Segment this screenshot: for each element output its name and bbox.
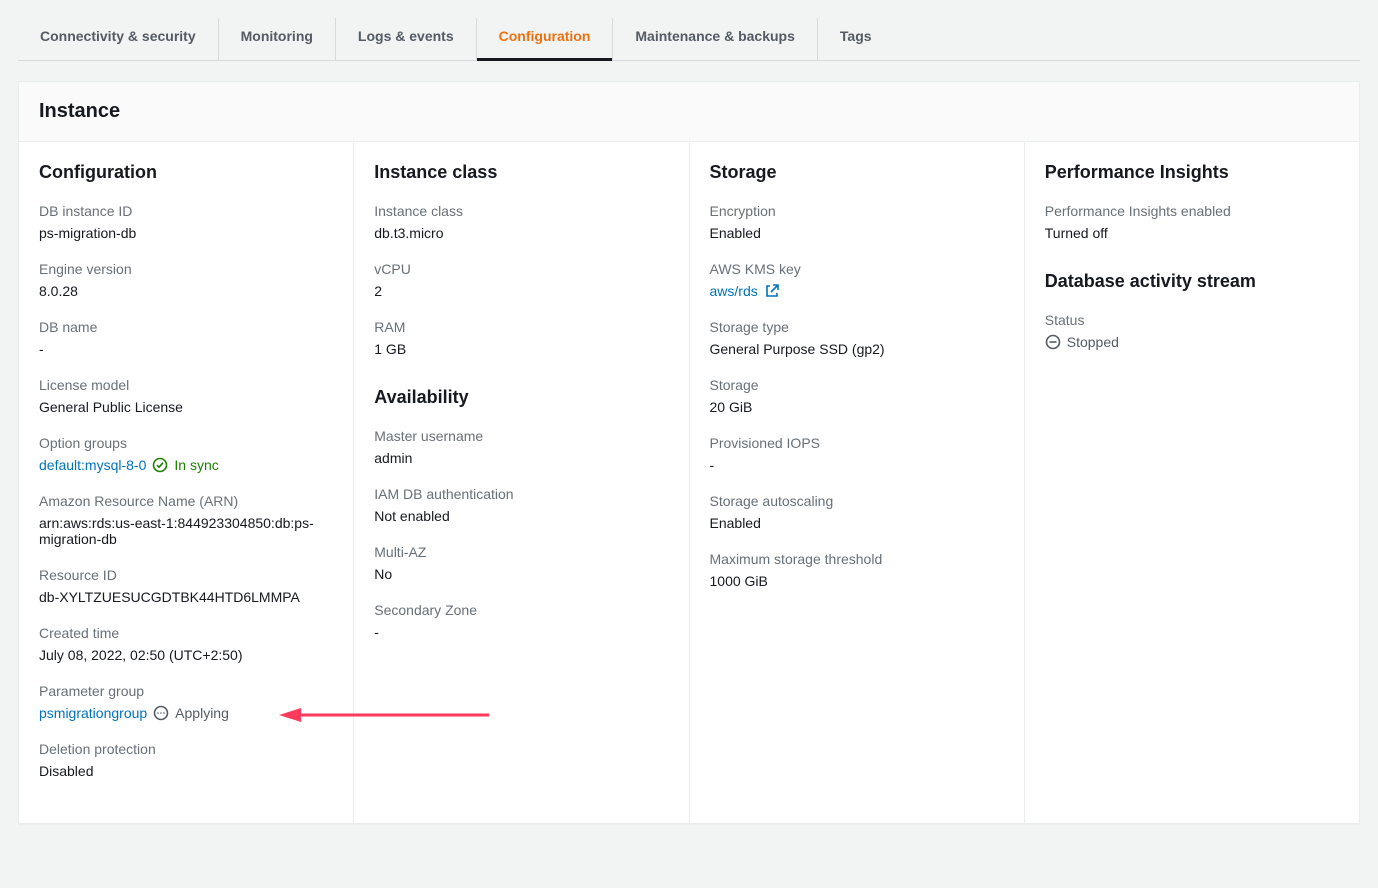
value-provisioned-iops: - — [710, 457, 1004, 473]
check-circle-icon — [152, 457, 168, 473]
label-storage-autoscaling: Storage autoscaling — [710, 493, 1004, 509]
status-option-group: In sync — [174, 457, 218, 473]
pending-icon — [153, 705, 169, 721]
value-storage-type: General Purpose SSD (gp2) — [710, 341, 1004, 357]
value-encryption: Enabled — [710, 225, 1004, 241]
tab-logs-events[interactable]: Logs & events — [335, 18, 476, 60]
value-iam-db-auth: Not enabled — [374, 508, 668, 524]
status-parameter-group: Applying — [175, 705, 229, 721]
tabs-bar: Connectivity & security Monitoring Logs … — [18, 18, 1360, 61]
label-encryption: Encryption — [710, 203, 1004, 219]
instance-panel: Instance Configuration DB instance ID ps… — [18, 81, 1360, 824]
value-multi-az: No — [374, 566, 668, 582]
value-secondary-zone: - — [374, 624, 668, 640]
label-parameter-group: Parameter group — [39, 683, 333, 699]
tab-connectivity-security[interactable]: Connectivity & security — [18, 18, 218, 60]
label-provisioned-iops: Provisioned IOPS — [710, 435, 1004, 451]
value-db-name: - — [39, 341, 333, 357]
label-max-storage-threshold: Maximum storage threshold — [710, 551, 1004, 567]
value-vcpu: 2 — [374, 283, 668, 299]
value-db-instance-id: ps-migration-db — [39, 225, 333, 241]
link-parameter-group[interactable]: psmigrationgroup — [39, 705, 147, 721]
section-title-instance-class: Instance class — [374, 162, 668, 183]
label-activity-status: Status — [1045, 312, 1339, 328]
label-option-groups: Option groups — [39, 435, 333, 451]
tab-configuration[interactable]: Configuration — [476, 18, 613, 60]
tab-monitoring[interactable]: Monitoring — [218, 18, 335, 60]
column-configuration: Configuration DB instance ID ps-migratio… — [19, 142, 353, 823]
label-vcpu: vCPU — [374, 261, 668, 277]
section-title-availability: Availability — [374, 387, 668, 408]
label-deletion-protection: Deletion protection — [39, 741, 333, 757]
value-engine-version: 8.0.28 — [39, 283, 333, 299]
value-pi-enabled: Turned off — [1045, 225, 1339, 241]
link-option-group[interactable]: default:mysql-8-0 — [39, 457, 146, 473]
label-created-time: Created time — [39, 625, 333, 641]
label-engine-version: Engine version — [39, 261, 333, 277]
value-storage-autoscaling: Enabled — [710, 515, 1004, 531]
link-kms-key[interactable]: aws/rds — [710, 283, 758, 299]
label-pi-enabled: Performance Insights enabled — [1045, 203, 1339, 219]
label-master-username: Master username — [374, 428, 668, 444]
value-license-model: General Public License — [39, 399, 333, 415]
label-storage: Storage — [710, 377, 1004, 393]
label-db-instance-id: DB instance ID — [39, 203, 333, 219]
value-arn: arn:aws:rds:us-east-1:844923304850:db:ps… — [39, 515, 333, 547]
column-performance: Performance Insights Performance Insight… — [1024, 142, 1359, 823]
value-max-storage-threshold: 1000 GiB — [710, 573, 1004, 589]
stopped-icon — [1045, 334, 1061, 350]
label-ram: RAM — [374, 319, 668, 335]
label-instance-class: Instance class — [374, 203, 668, 219]
value-ram: 1 GB — [374, 341, 668, 357]
tab-maintenance-backups[interactable]: Maintenance & backups — [612, 18, 817, 60]
column-storage: Storage Encryption Enabled AWS KMS key a… — [689, 142, 1024, 823]
label-resource-id: Resource ID — [39, 567, 333, 583]
column-instance-class: Instance class Instance class db.t3.micr… — [353, 142, 688, 823]
value-created-time: July 08, 2022, 02:50 (UTC+2:50) — [39, 647, 333, 663]
label-multi-az: Multi-AZ — [374, 544, 668, 560]
external-link-icon — [764, 283, 780, 299]
section-title-activity-stream: Database activity stream — [1045, 271, 1339, 292]
value-deletion-protection: Disabled — [39, 763, 333, 779]
label-db-name: DB name — [39, 319, 333, 335]
panel-title: Instance — [19, 82, 1359, 142]
value-instance-class: db.t3.micro — [374, 225, 668, 241]
value-resource-id: db-XYLTZUESUCGDTBK44HTD6LMMPA — [39, 589, 333, 605]
label-arn: Amazon Resource Name (ARN) — [39, 493, 333, 509]
section-title-configuration: Configuration — [39, 162, 333, 183]
value-master-username: admin — [374, 450, 668, 466]
tab-tags[interactable]: Tags — [817, 18, 894, 60]
label-kms-key: AWS KMS key — [710, 261, 1004, 277]
section-title-performance-insights: Performance Insights — [1045, 162, 1339, 183]
label-iam-db-auth: IAM DB authentication — [374, 486, 668, 502]
value-storage: 20 GiB — [710, 399, 1004, 415]
section-title-storage: Storage — [710, 162, 1004, 183]
label-license-model: License model — [39, 377, 333, 393]
label-secondary-zone: Secondary Zone — [374, 602, 668, 618]
value-activity-status: Stopped — [1067, 334, 1119, 350]
label-storage-type: Storage type — [710, 319, 1004, 335]
